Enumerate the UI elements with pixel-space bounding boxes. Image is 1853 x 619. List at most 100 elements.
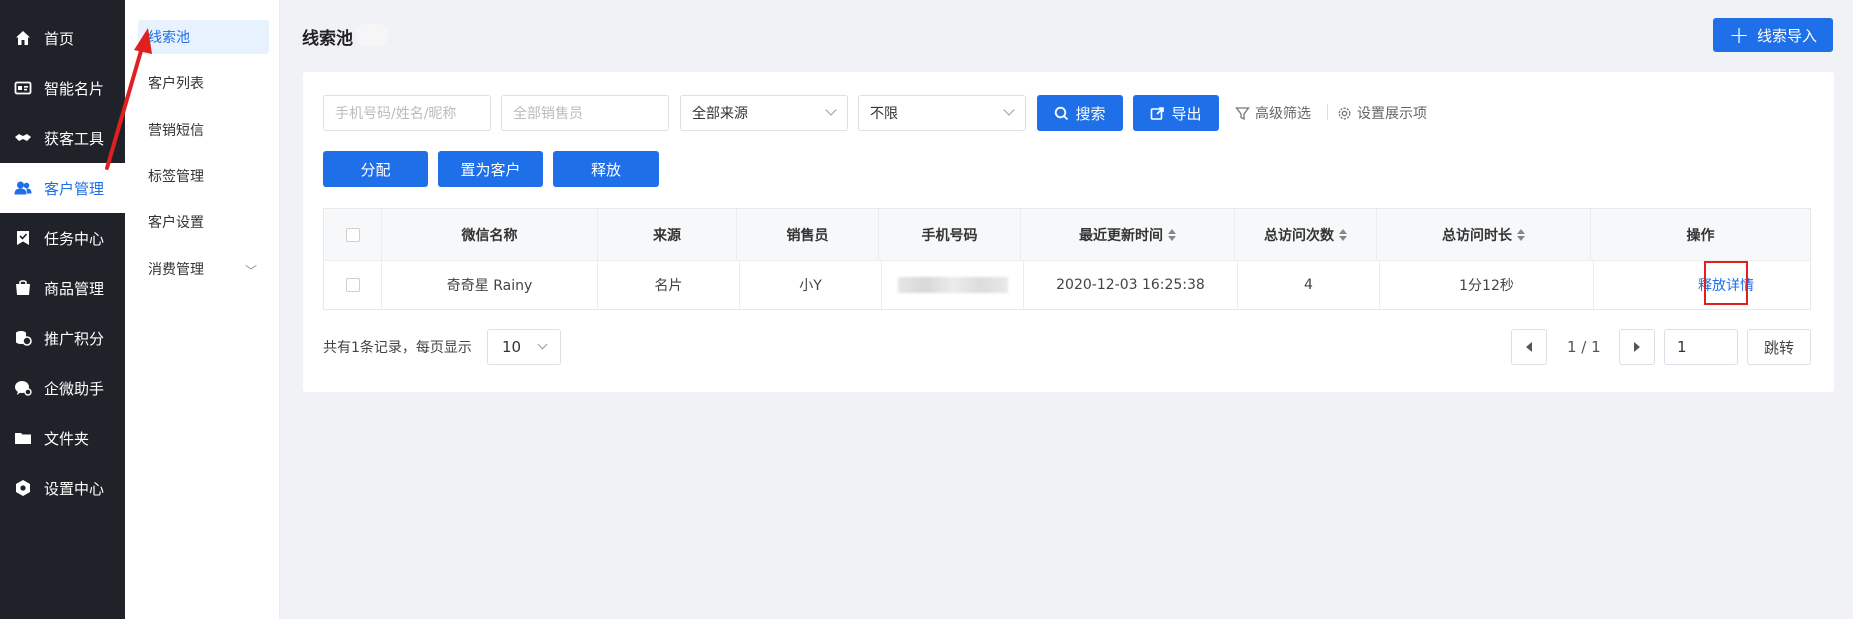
- nav-item-home[interactable]: 首页: [0, 13, 125, 63]
- cell-wechat-name: 奇奇星 Rainy: [382, 261, 598, 309]
- header-label: 最近更新时间: [1079, 227, 1163, 244]
- assign-label: 分配: [360, 160, 391, 179]
- updated-value: 2020-12-03 16:25:38: [1056, 277, 1205, 293]
- lead-table: 微信名称 来源 销售员 手机号码 最近更新时间 总访问次数 总访问时长 操作 奇…: [323, 208, 1811, 310]
- limit-select[interactable]: 不限: [858, 95, 1026, 131]
- duration-value: 1分12秒: [1459, 278, 1514, 294]
- lead-import-button[interactable]: + 线索导入: [1713, 18, 1833, 52]
- page-size-select[interactable]: 10: [487, 329, 561, 365]
- nav-label: 任务中心: [44, 229, 105, 248]
- submenu-item-customer-settings[interactable]: 客户设置: [138, 205, 269, 239]
- sales-placeholder: 全部销售员: [513, 106, 583, 122]
- sales-value: 小Y: [799, 278, 822, 294]
- header-wechat-name: 微信名称: [382, 209, 598, 260]
- cell-duration: 1分12秒: [1380, 261, 1594, 309]
- export-button[interactable]: 导出: [1133, 95, 1219, 131]
- select-all-checkbox[interactable]: [345, 227, 360, 242]
- header-label: 总访问时长: [1442, 227, 1512, 244]
- header-label: 来源: [653, 227, 681, 244]
- nav-item-task[interactable]: 任务中心: [0, 213, 125, 263]
- nav-item-customer[interactable]: 客户管理: [0, 163, 125, 213]
- submenu-item-lead-pool[interactable]: 线索池: [138, 20, 269, 54]
- table-row: 奇奇星 Rainy 名片 小Y 2020-12-03 16:25:38 4 1分…: [324, 260, 1810, 309]
- wechat-name: 奇奇星 Rainy: [446, 278, 533, 294]
- nav-item-acquire[interactable]: 获客工具: [0, 113, 125, 163]
- set-customer-button[interactable]: 置为客户: [438, 151, 543, 187]
- import-label: 线索导入: [1757, 26, 1818, 45]
- prev-page-button[interactable]: [1511, 329, 1547, 365]
- gear-icon: [1337, 106, 1352, 121]
- header-label: 手机号码: [921, 227, 978, 244]
- assign-button[interactable]: 分配: [323, 151, 428, 187]
- jump-value: 1: [1677, 338, 1687, 356]
- submenu-item-sms[interactable]: 营销短信: [138, 113, 269, 147]
- next-page-button[interactable]: [1619, 329, 1655, 365]
- nav-item-goods[interactable]: 商品管理: [0, 263, 125, 313]
- nav-item-wecom[interactable]: 企微助手: [0, 363, 125, 413]
- submenu-label: 标签管理: [148, 169, 204, 185]
- divider: [1327, 104, 1328, 120]
- nav-item-folder[interactable]: 文件夹: [0, 413, 125, 463]
- header-updated[interactable]: 最近更新时间: [1021, 209, 1235, 260]
- submenu-label: 消费管理: [148, 262, 204, 278]
- header-label: 操作: [1686, 227, 1715, 244]
- submenu-label: 客户列表: [148, 76, 204, 92]
- chevron-down-icon: [825, 104, 837, 116]
- nav-label: 智能名片: [44, 79, 105, 98]
- header-visits[interactable]: 总访问次数: [1235, 209, 1377, 260]
- advanced-filter-link[interactable]: 高级筛选: [1235, 103, 1311, 123]
- shop-icon: [14, 279, 32, 297]
- search-input[interactable]: 手机号码/姓名/昵称: [323, 95, 491, 131]
- submenu-item-customer-list[interactable]: 客户列表: [138, 66, 269, 100]
- search-label: 搜索: [1075, 104, 1106, 123]
- jump-label: 跳转: [1763, 338, 1794, 357]
- header-duration[interactable]: 总访问时长: [1377, 209, 1591, 260]
- jump-page-input[interactable]: 1: [1664, 329, 1738, 365]
- jump-button[interactable]: 跳转: [1747, 329, 1811, 365]
- cell-phone: [882, 261, 1024, 309]
- release-button[interactable]: 释放: [553, 151, 659, 187]
- submenu-item-consumption[interactable]: 消费管理 ﹀: [138, 252, 269, 286]
- chevron-down-icon: [537, 339, 548, 350]
- chevron-down-icon: [1003, 104, 1015, 116]
- limit-value: 不限: [870, 106, 898, 122]
- set-customer-label: 置为客户: [460, 160, 521, 179]
- header-source: 来源: [598, 209, 737, 260]
- row-checkbox[interactable]: [345, 278, 360, 292]
- sort-icon[interactable]: [1517, 228, 1525, 241]
- handshake-icon: [14, 129, 32, 147]
- header-label: 销售员: [786, 227, 829, 244]
- nav-label: 企微助手: [44, 379, 105, 398]
- record-summary: 共有1条记录，每页显示: [323, 340, 472, 356]
- nav-item-settings[interactable]: 设置中心: [0, 463, 125, 513]
- row-select-cell: [324, 261, 382, 309]
- nav-item-card[interactable]: 智能名片: [0, 63, 125, 113]
- sub-menu: 线索池 客户列表 营销短信 标签管理 客户设置 消费管理 ﹀: [125, 0, 280, 619]
- submenu-item-tags[interactable]: 标签管理: [138, 159, 269, 193]
- title-decoration: [356, 24, 388, 46]
- header-sales: 销售员: [737, 209, 879, 260]
- sales-input[interactable]: 全部销售员: [501, 95, 669, 131]
- cell-visits: 4: [1238, 261, 1380, 309]
- nav-label: 获客工具: [44, 129, 105, 148]
- cell-sales: 小Y: [740, 261, 882, 309]
- export-label: 导出: [1171, 104, 1202, 123]
- display-settings-link[interactable]: 设置展示项: [1337, 103, 1427, 123]
- nav-label: 客户管理: [44, 179, 105, 198]
- nav-label: 推广积分: [44, 329, 105, 348]
- sort-icon[interactable]: [1168, 228, 1176, 241]
- search-button[interactable]: 搜索: [1037, 95, 1123, 131]
- filter-icon: [1235, 106, 1250, 121]
- users-icon: [14, 179, 32, 197]
- search-placeholder: 手机号码/姓名/昵称: [335, 106, 457, 122]
- sort-icon[interactable]: [1339, 228, 1347, 241]
- source-select[interactable]: 全部来源: [680, 95, 848, 131]
- phone-redacted: [897, 277, 1008, 293]
- header-label: 微信名称: [461, 227, 518, 244]
- table-header: 微信名称 来源 销售员 手机号码 最近更新时间 总访问次数 总访问时长 操作: [324, 209, 1810, 260]
- chat-icon: [14, 379, 32, 397]
- header-phone: 手机号码: [879, 209, 1021, 260]
- main-sidebar: 首页 智能名片 获客工具 客户管理 任务中心 商品管理 推广积分 企微助手 文件…: [0, 0, 125, 619]
- nav-item-points[interactable]: 推广积分: [0, 313, 125, 363]
- visits-value: 4: [1304, 277, 1313, 293]
